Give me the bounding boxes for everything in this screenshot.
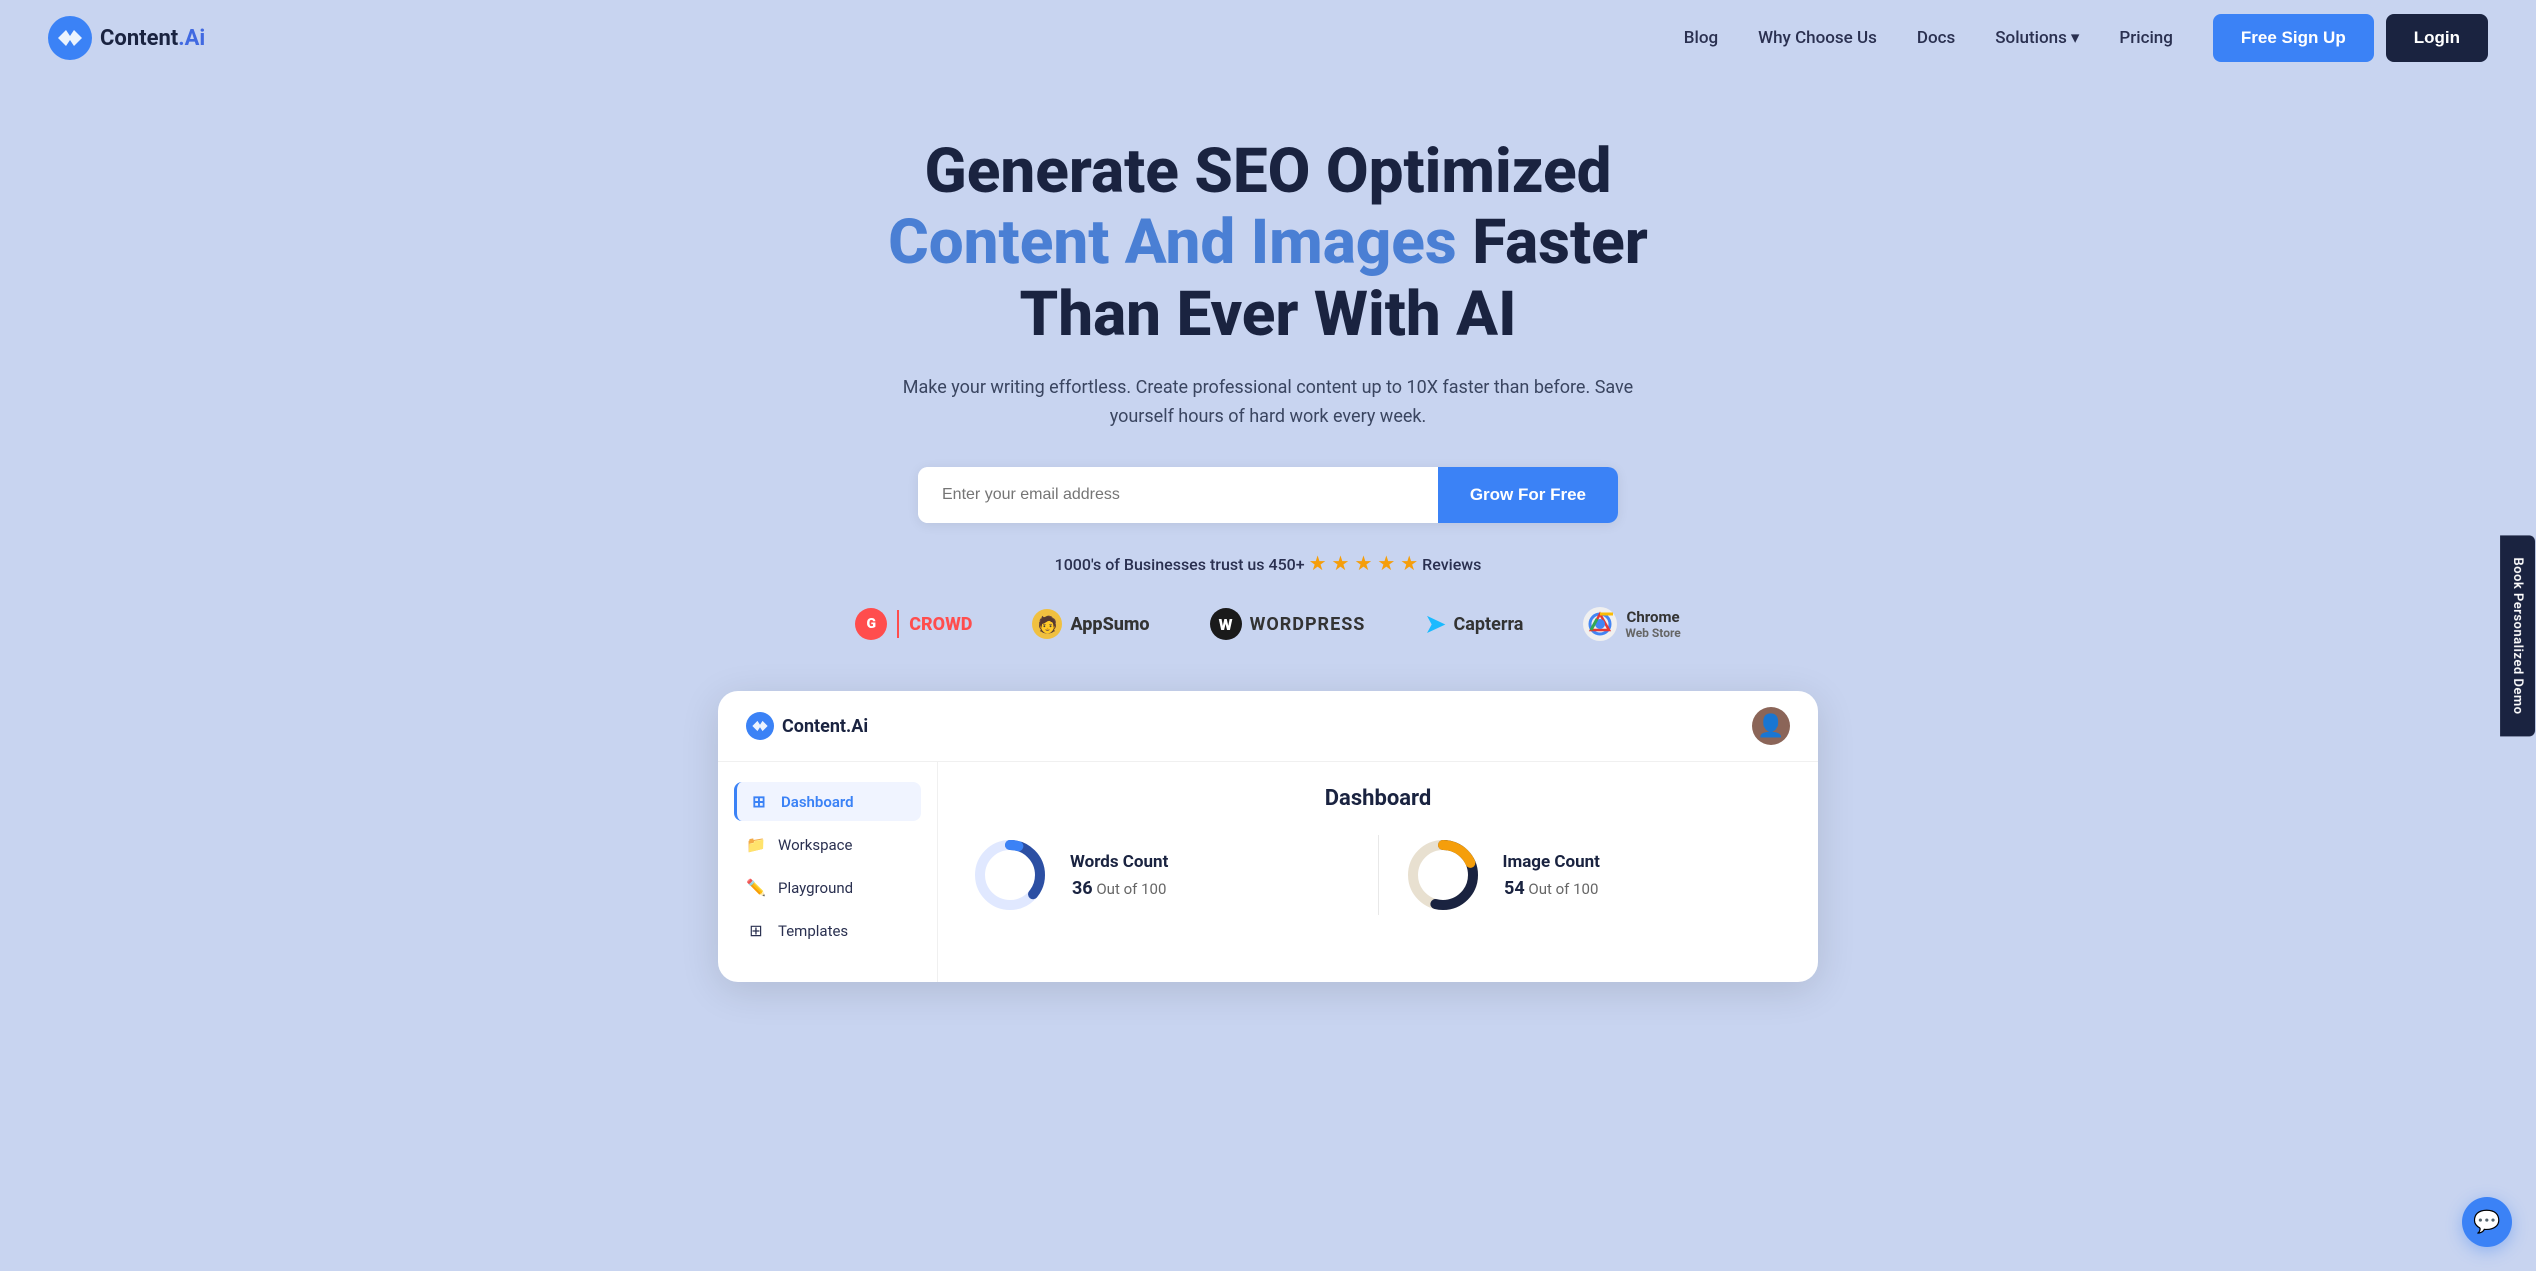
wordpress-label: WordPress	[1250, 614, 1366, 635]
nav-links: Blog Why Choose Us Docs Solutions ▾ Pric…	[1684, 28, 2173, 48]
words-value: 36 Out of 100	[1070, 878, 1168, 899]
dash-logo-icon	[746, 712, 774, 740]
capterra-icon: ➤	[1425, 610, 1445, 638]
wordpress-icon: W	[1210, 608, 1242, 640]
navbar: Content.Ai Blog Why Choose Us Docs Solut…	[0, 0, 2536, 76]
stats-row: Words Count 36 Out of 100	[970, 835, 1786, 915]
sidebar-label-playground: Playground	[778, 879, 853, 897]
sidebar-label-workspace: Workspace	[778, 836, 852, 854]
apps-icon: ⊞	[746, 921, 766, 940]
dashboard-header: Content.Ai 👤	[718, 691, 1818, 762]
words-donut	[970, 835, 1050, 915]
g2-icon: G	[855, 608, 887, 640]
grid-icon: ⊞	[749, 792, 769, 811]
sidebar: ⊞ Dashboard 📁 Workspace ✏️ Playground ⊞ …	[718, 762, 938, 982]
sidebar-label-templates: Templates	[778, 922, 848, 940]
edit-icon: ✏️	[746, 878, 766, 897]
g2-divider	[897, 610, 899, 638]
chrome-text: Chrome Web Store	[1625, 608, 1680, 640]
nav-solutions[interactable]: Solutions ▾	[1995, 28, 2079, 48]
login-button[interactable]: Login	[2386, 14, 2488, 62]
image-donut	[1403, 835, 1483, 915]
folder-icon: 📁	[746, 835, 766, 854]
email-form: Grow For Free	[918, 467, 1618, 523]
brands-row: G CROWD 🧑 AppSumo W WordPress ➤ Capterra	[48, 607, 2488, 641]
appsumo-label: AppSumo	[1070, 614, 1149, 635]
logo[interactable]: Content.Ai	[48, 16, 205, 60]
nav-docs[interactable]: Docs	[1917, 28, 1955, 48]
grow-button[interactable]: Grow For Free	[1438, 467, 1618, 523]
logo-icon	[48, 16, 92, 60]
g2-label: CROWD	[909, 614, 972, 635]
brand-capterra: ➤ Capterra	[1425, 610, 1523, 638]
image-value: 54 Out of 100	[1503, 878, 1600, 899]
words-stat-info: Words Count 36 Out of 100	[1070, 852, 1168, 899]
hero-title: Generate SEO Optimized Content And Image…	[818, 136, 1718, 350]
dash-logo: Content.Ai	[746, 712, 868, 740]
chat-icon: 💬	[2473, 1210, 2500, 1235]
trust-text: 1000's of Businesses trust us 450+ ★ ★ ★…	[48, 551, 2488, 575]
dashboard-main: Dashboard Words Count	[938, 762, 1818, 982]
sidebar-item-dashboard[interactable]: ⊞ Dashboard	[734, 782, 921, 821]
nav-buttons: Free Sign Up Login	[2213, 14, 2488, 62]
brand-g2: G CROWD	[855, 608, 972, 640]
nav-blog[interactable]: Blog	[1684, 28, 1718, 48]
words-label: Words Count	[1070, 852, 1168, 872]
dashboard-preview: Content.Ai 👤 ⊞ Dashboard 📁 Workspace ✏️	[718, 691, 1818, 982]
appsumo-icon: 🧑	[1032, 609, 1062, 639]
logo-text: Content.Ai	[100, 26, 205, 51]
signup-button[interactable]: Free Sign Up	[2213, 14, 2374, 62]
user-avatar[interactable]: 👤	[1752, 707, 1790, 745]
nav-pricing[interactable]: Pricing	[2119, 28, 2173, 48]
hero-section: Generate SEO Optimized Content And Image…	[0, 76, 2536, 1022]
words-count-card: Words Count 36 Out of 100	[970, 835, 1354, 915]
image-stat-info: Image Count 54 Out of 100	[1503, 852, 1600, 899]
nav-why-choose-us[interactable]: Why Choose Us	[1758, 28, 1877, 48]
brand-appsumo: 🧑 AppSumo	[1032, 609, 1149, 639]
hero-subtitle: Make your writing effortless. Create pro…	[898, 374, 1638, 432]
stars: ★ ★ ★ ★ ★	[1309, 551, 1419, 575]
stats-divider	[1378, 835, 1379, 915]
sidebar-item-workspace[interactable]: 📁 Workspace	[734, 825, 921, 864]
image-label: Image Count	[1503, 852, 1600, 872]
dashboard-body: ⊞ Dashboard 📁 Workspace ✏️ Playground ⊞ …	[718, 762, 1818, 982]
chrome-icon	[1583, 607, 1617, 641]
chevron-down-icon: ▾	[2071, 28, 2080, 48]
hero-title-part1: Generate SEO Optimized	[925, 135, 1612, 208]
dashboard-title: Dashboard	[970, 786, 1786, 811]
chat-button[interactable]: 💬	[2462, 1197, 2512, 1247]
hero-title-highlight: Content And Images	[888, 206, 1457, 279]
sidebar-item-templates[interactable]: ⊞ Templates	[734, 911, 921, 950]
image-count-card: Image Count 54 Out of 100	[1403, 835, 1787, 915]
book-demo-tab[interactable]: Book Personalized Demo	[2500, 535, 2535, 736]
brand-chrome: Chrome Web Store	[1583, 607, 1680, 641]
sidebar-label-dashboard: Dashboard	[781, 793, 854, 811]
dash-logo-text: Content.Ai	[782, 716, 868, 737]
brand-wordpress: W WordPress	[1210, 608, 1366, 640]
capterra-label: Capterra	[1454, 614, 1524, 635]
sidebar-item-playground[interactable]: ✏️ Playground	[734, 868, 921, 907]
email-input[interactable]	[918, 467, 1438, 523]
